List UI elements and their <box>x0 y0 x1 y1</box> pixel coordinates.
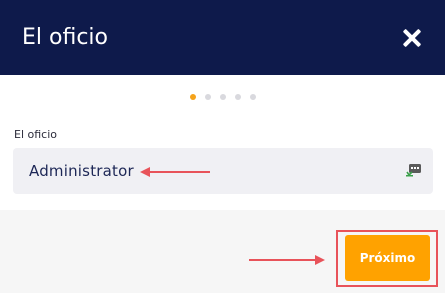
step-indicator <box>0 94 445 100</box>
next-button[interactable]: Próximo <box>345 235 430 281</box>
occupation-label: El oficio <box>14 128 57 141</box>
occupation-input[interactable]: Administrator <box>13 148 433 194</box>
dialog-title: El oficio <box>22 25 108 50</box>
annotation-arrow-field <box>140 167 210 177</box>
annotation-arrow-button <box>249 255 325 265</box>
step-dot-2 <box>204 94 211 100</box>
dialog-header: El oficio <box>0 0 445 75</box>
occupation-value[interactable]: Administrator <box>29 162 134 180</box>
step-dot-4 <box>234 94 241 100</box>
step-dot-3 <box>219 94 226 100</box>
close-icon[interactable] <box>401 27 423 49</box>
step-dot-1 <box>189 94 196 100</box>
password-manager-icon[interactable] <box>406 163 422 177</box>
step-dot-5 <box>249 94 256 100</box>
